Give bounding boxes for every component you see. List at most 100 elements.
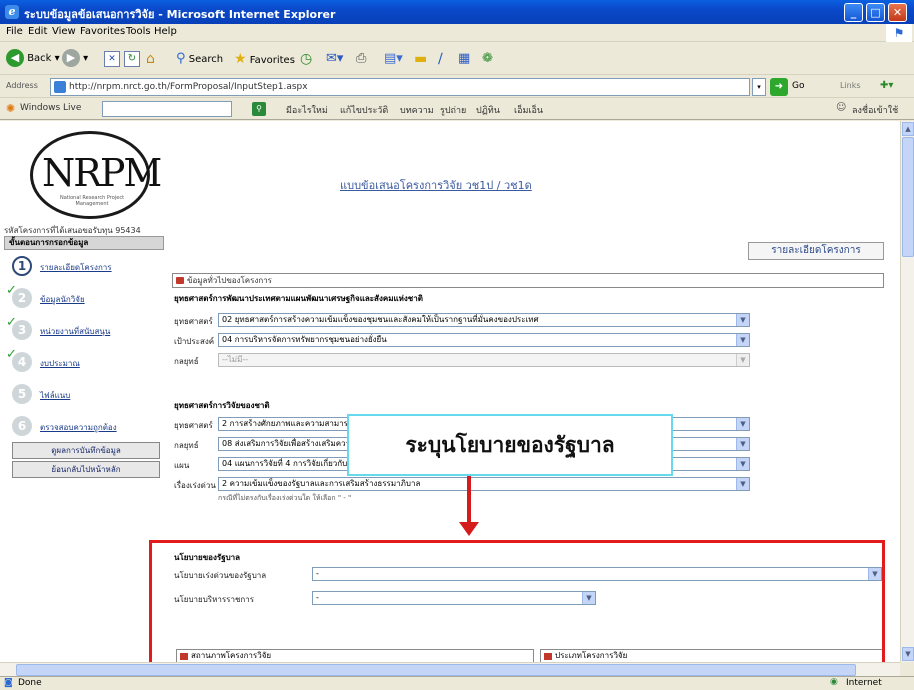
- plan-tactic-select[interactable]: --ไม่มี-- ▼: [218, 353, 750, 367]
- menu-edit[interactable]: Edit: [28, 26, 47, 37]
- nav-step-2[interactable]: ✓ 2 ข้อมูลนักวิจัย: [4, 283, 164, 316]
- go-button[interactable]: Go: [792, 81, 804, 91]
- forward-button[interactable]: ▶ ▾: [62, 49, 88, 69]
- research-strategy-label: ยุทธศาสตร์: [174, 421, 213, 430]
- refresh-icon[interactable]: ↻: [124, 51, 140, 67]
- plan-goal-select[interactable]: 04 การบริหารจัดการทรัพยากรชุมชนอย่างยั่ง…: [218, 333, 750, 347]
- scroll-thumb[interactable]: [902, 137, 914, 257]
- minimize-button[interactable]: _: [844, 3, 863, 22]
- live-search-icon[interactable]: ⚲: [252, 102, 266, 116]
- research-icon[interactable]: ∕: [438, 49, 443, 69]
- research-plan-label: แผน: [174, 461, 190, 470]
- windows-live-toolbar: ✺ Windows Live ⚲ มีอะไรใหม่ แก้ไขประวัติ…: [0, 99, 914, 120]
- menu-help[interactable]: Help: [154, 26, 177, 37]
- nav-step-label: งบประมาณ: [40, 359, 80, 368]
- live-label: Windows Live: [20, 103, 82, 113]
- menu-bar: File Edit View Favorites Tools Help: [0, 24, 914, 42]
- page-icon: [54, 81, 66, 93]
- window-title: ระบบข้อมูลข้อเสนอการวิจัย - Microsoft In…: [24, 8, 336, 21]
- stop-icon[interactable]: ✕: [104, 51, 120, 67]
- research-urgent-select[interactable]: 2 ความเข้มแข็งของรัฐบาลและการเสริมสร้างธ…: [218, 477, 750, 491]
- scroll-down-icon[interactable]: ▼: [902, 647, 914, 661]
- step-number-icon: 4: [12, 352, 32, 372]
- nrpm-logo: NRPM National Research Project Managemen…: [30, 131, 162, 221]
- nav-step-6[interactable]: 6 ตรวจสอบความถูกต้อง: [4, 412, 164, 444]
- menu-view[interactable]: View: [52, 26, 76, 37]
- star-icon: ★: [234, 51, 247, 67]
- plan-goal-value: 04 การบริหารจัดการทรัพยากรชุมชนอย่างยั่ง…: [222, 335, 387, 344]
- page-title[interactable]: แบบข้อเสนอโครงการวิจัย วช1ป / วช1ด: [340, 176, 532, 194]
- callout-arrow-head: [459, 522, 479, 536]
- search-label: Search: [188, 54, 224, 65]
- step-number-icon: 6: [12, 416, 32, 436]
- mail-icon[interactable]: ✉▾: [326, 49, 343, 69]
- live-item-new[interactable]: มีอะไรใหม่: [286, 103, 328, 117]
- edit-icon[interactable]: ▤▾: [384, 49, 403, 69]
- home-icon[interactable]: ⌂: [146, 49, 162, 69]
- nav-step-5[interactable]: 5 ไฟล์แนบ: [4, 380, 164, 412]
- live-user-icon: ☺: [836, 102, 847, 113]
- nav-buttons: ดูผลการบันทึกข้อมูล ย้อนกลับไปหน้าหลัก: [12, 442, 160, 480]
- zone-text: Internet: [846, 678, 882, 688]
- address-label: Address: [6, 81, 38, 90]
- back-to-main-button[interactable]: ย้อนกลับไปหน้าหลัก: [12, 461, 160, 478]
- highlight-box: [149, 540, 885, 666]
- step-number-icon: 5: [12, 384, 32, 404]
- live-item-calendar[interactable]: ปฏิทิน: [476, 103, 500, 117]
- plan-tactic-label: กลยุทธ์: [174, 357, 199, 366]
- view-saved-button[interactable]: ดูผลการบันทึกข้อมูล: [12, 442, 160, 459]
- plan-strategy-select[interactable]: 02 ยุทธศาสตร์การสร้างความเข้มแข็งของชุมช…: [218, 313, 750, 327]
- address-input[interactable]: http://nrpm.nrct.go.th/FormProposal/Inpu…: [50, 78, 750, 96]
- live-search-input[interactable]: [102, 101, 232, 117]
- nav-step-label: รายละเอียดโครงการ: [40, 263, 112, 272]
- horizontal-scrollbar[interactable]: [0, 662, 900, 676]
- history-icon[interactable]: ◷: [300, 49, 312, 69]
- close-button[interactable]: ✕: [888, 3, 907, 22]
- nav-step-1[interactable]: 1 รายละเอียดโครงการ: [4, 252, 164, 284]
- print-icon[interactable]: ⎙: [356, 49, 366, 69]
- nav-step-3[interactable]: ✓ 3 หน่วยงานที่สนับสนุน: [4, 315, 164, 348]
- menu-favorites[interactable]: Favorites: [80, 26, 125, 37]
- favorites-button[interactable]: ★ Favorites: [234, 49, 295, 69]
- folder-icon[interactable]: ▬: [414, 49, 427, 69]
- media-icon[interactable]: ❁: [482, 49, 493, 69]
- instruction-callout: ระบุนโยบายของรัฐบาล: [347, 414, 673, 476]
- menu-tools[interactable]: Tools: [126, 26, 151, 37]
- vertical-scrollbar[interactable]: ▲ ▼: [900, 121, 914, 662]
- research-urgent-value: 2 ความเข้มแข็งของรัฐบาลและการเสริมสร้างธ…: [222, 479, 421, 488]
- live-item-profile[interactable]: แก้ไขประวัติ: [340, 103, 388, 117]
- links-label[interactable]: Links: [840, 81, 861, 90]
- scroll-up-icon[interactable]: ▲: [902, 122, 914, 136]
- toolbar: ◀ Back ▾ ▶ ▾ ✕ ↻ ⌂ ⚲ Search ★ Favorites …: [0, 43, 914, 75]
- back-arrow-icon: ◀: [6, 49, 24, 67]
- nav-step-4[interactable]: ✓ 4 งบประมาณ: [4, 347, 164, 380]
- section-marker-icon: [176, 277, 184, 284]
- maximize-button[interactable]: □: [866, 3, 885, 22]
- chevron-down-icon: ▼: [736, 334, 749, 346]
- menu-file[interactable]: File: [6, 26, 23, 37]
- addon-icon[interactable]: ✚▾: [880, 80, 893, 91]
- step-number-icon: 2: [12, 288, 32, 308]
- ie-logo-icon: e: [5, 5, 19, 19]
- plan-tactic-value: --ไม่มี--: [222, 355, 249, 364]
- tab-project-detail[interactable]: รายละเอียดโครงการ: [748, 242, 884, 260]
- internet-zone-icon: ◉: [830, 677, 838, 687]
- status-text: Done: [18, 678, 42, 688]
- research-note: กรณีที่ไม่ตรงกับเรื่องเร่งด่วนใด ให้เลือ…: [218, 494, 352, 502]
- plan-strategy-label: ยุทธศาสตร์: [174, 317, 213, 326]
- live-item-photos[interactable]: รูปถ่าย: [440, 103, 466, 117]
- go-arrow-icon[interactable]: ➜: [770, 78, 788, 96]
- messenger-icon[interactable]: ▦: [458, 49, 470, 69]
- hscroll-thumb[interactable]: [16, 664, 856, 676]
- page-done-icon: ◙: [4, 678, 13, 688]
- live-item-msn[interactable]: เอ็มเอ็น: [514, 103, 543, 117]
- live-signin[interactable]: ลงชื่อเข้าใช้: [852, 103, 898, 117]
- back-label: Back: [27, 53, 52, 64]
- address-dropdown-icon[interactable]: ▾: [752, 78, 766, 96]
- back-button[interactable]: ◀ Back ▾: [6, 49, 60, 69]
- search-button[interactable]: ⚲ Search: [176, 49, 223, 69]
- live-logo-icon: ✺: [6, 102, 16, 115]
- chevron-down-icon: ▼: [736, 314, 749, 326]
- browser-window: e ระบบข้อมูลข้อเสนอการวิจัย - Microsoft …: [0, 0, 914, 690]
- live-item-articles[interactable]: บทความ: [400, 103, 434, 117]
